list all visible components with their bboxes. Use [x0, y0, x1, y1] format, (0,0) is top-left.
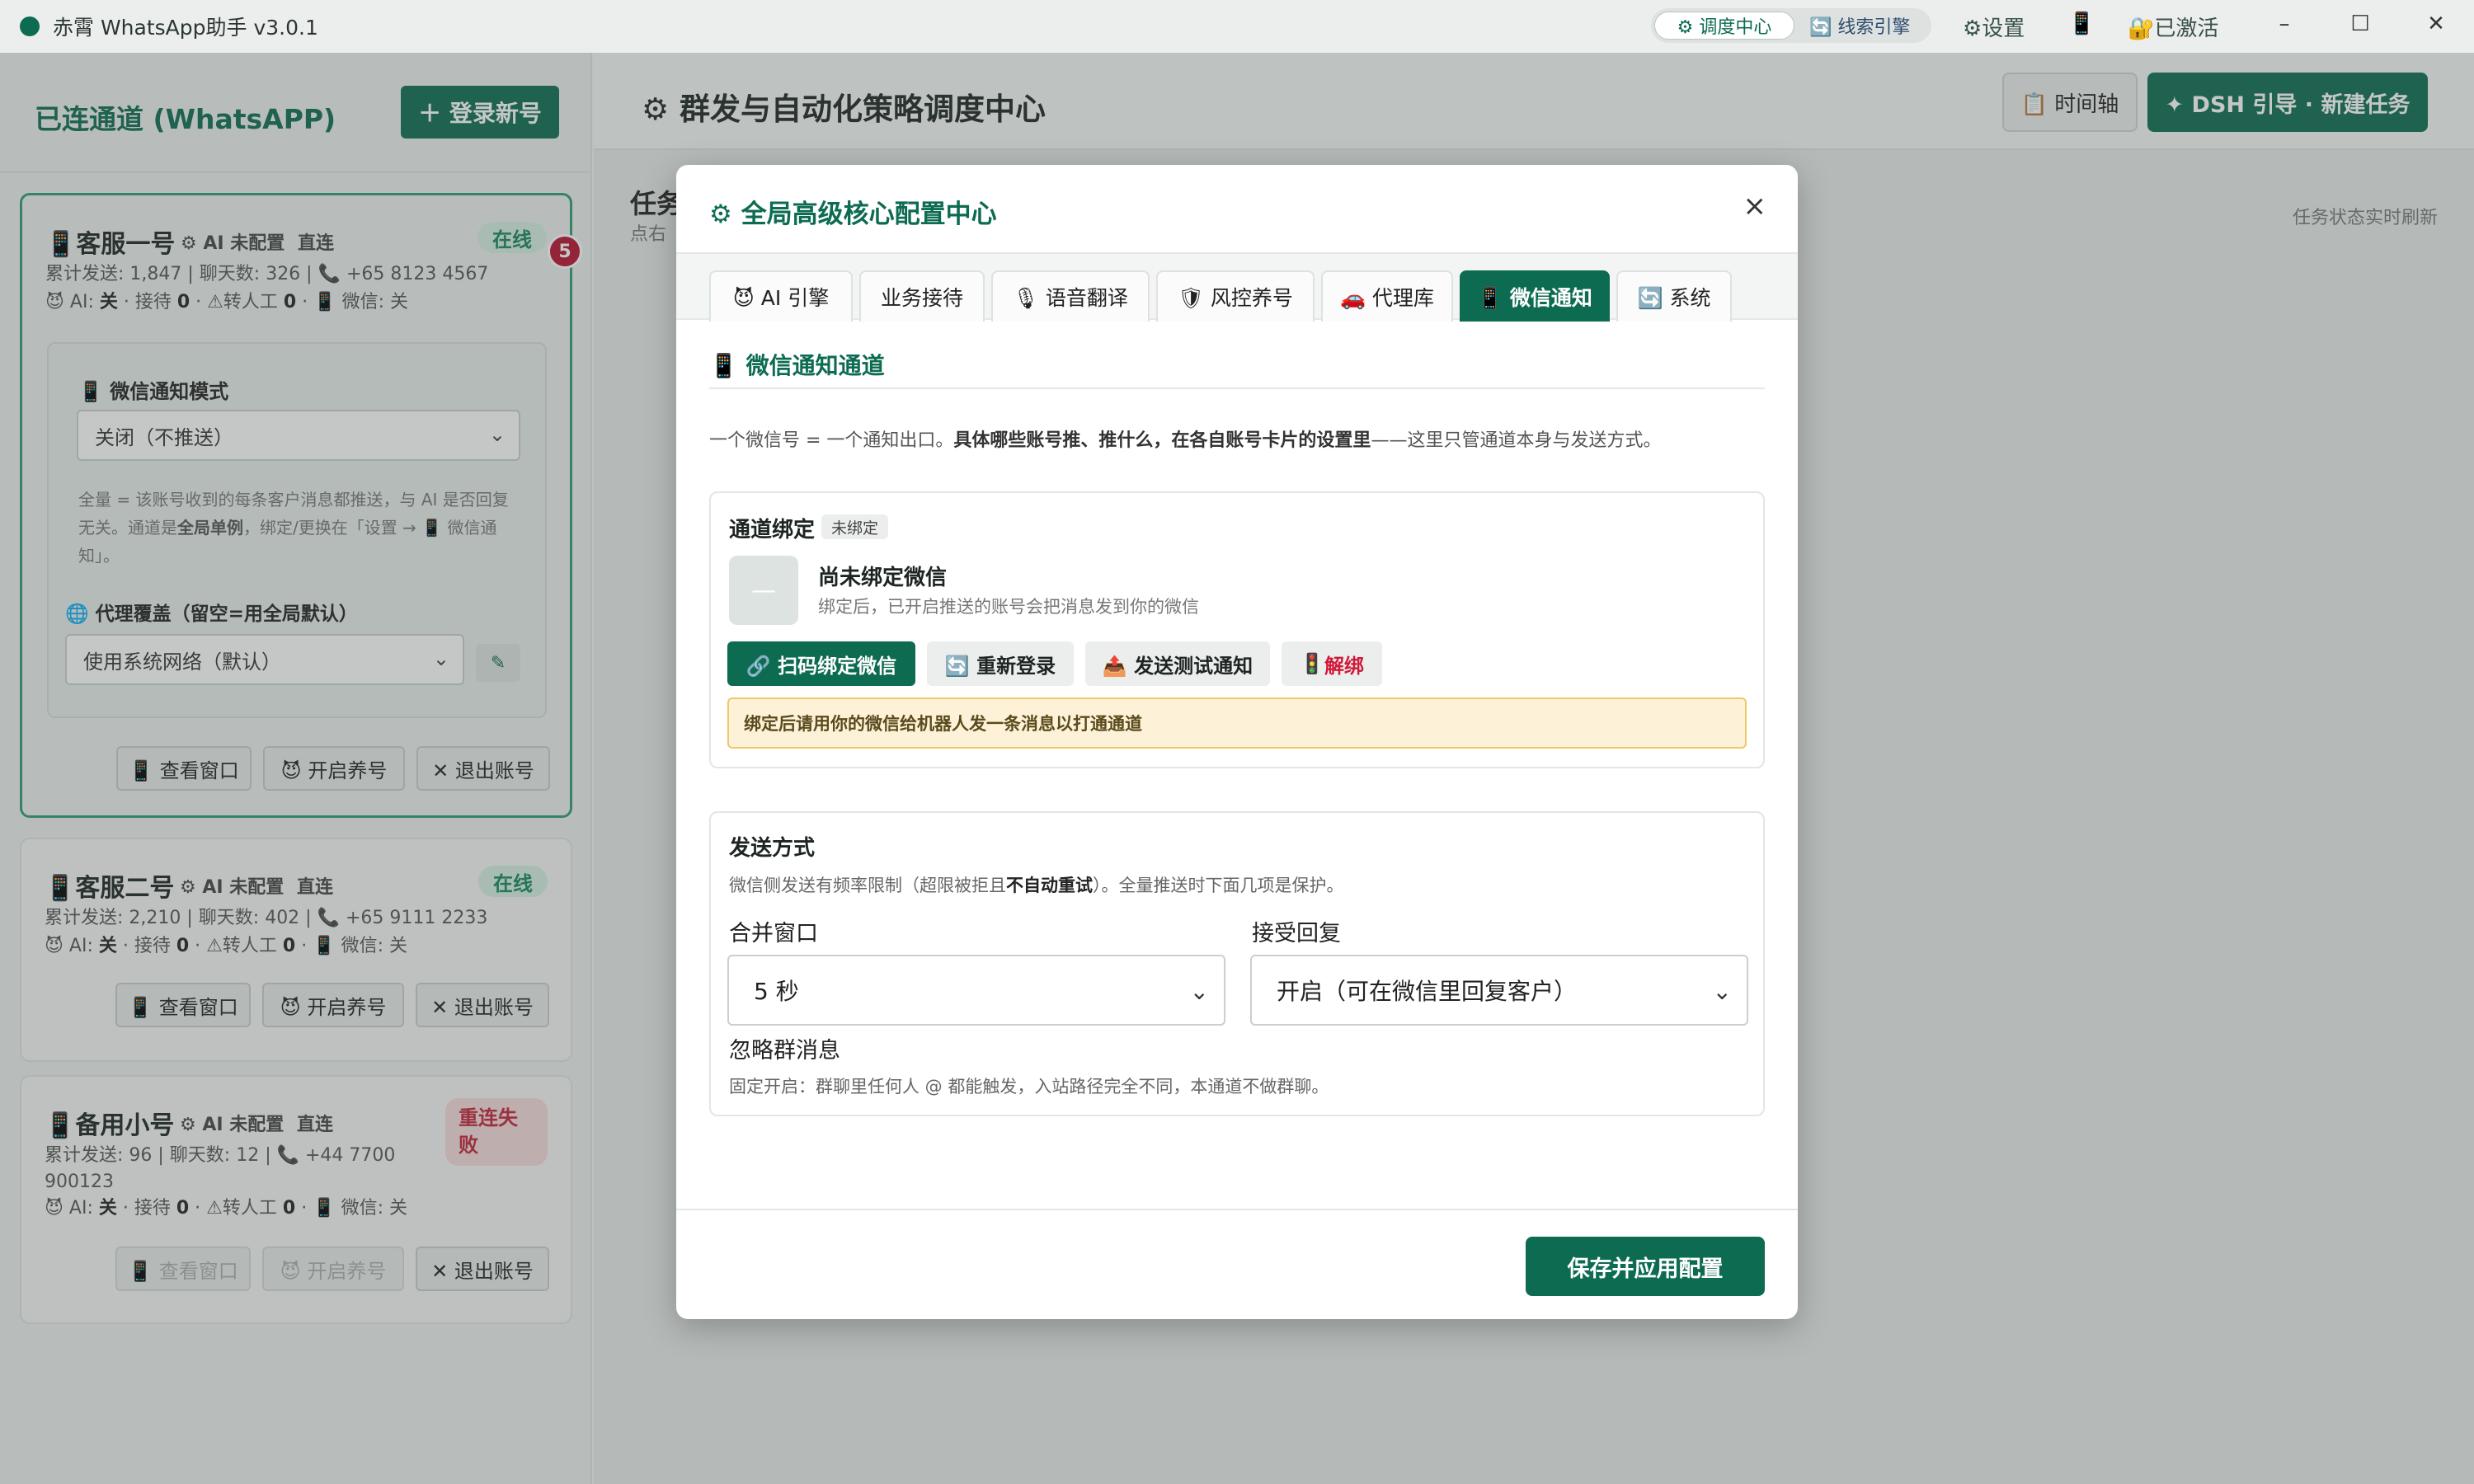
unbind-button[interactable]: 🚦 解绑	[1282, 641, 1382, 686]
wechat-hint: 绑定后，已开启推送的账号会把消息发到你的微信	[818, 597, 1199, 617]
relogin-button[interactable]: 🔄 重新登录	[927, 641, 1074, 686]
config-tabs: 😈 AI 引擎 业务接待 🎙 语音翻译 🛡 风控养号 🚗 代理库 📱 微信通知 …	[676, 254, 1798, 322]
binding-title: 通道绑定	[729, 518, 816, 542]
settings-link[interactable]: ⚙设置	[1963, 12, 2025, 42]
maximize-button[interactable]: ☐	[2344, 12, 2377, 36]
accept-reply-label: 接受回复	[1252, 921, 1341, 946]
tab-system[interactable]: 🔄 系统	[1616, 270, 1732, 322]
accept-reply-select[interactable]: 开启（可在微信里回复客户） ⌄	[1250, 955, 1748, 1026]
title-bar: 赤霄 WhatsApp助手 v3.0.1 ⚙ 调度中心 🔄 线索引擎 ⚙设置 📱…	[0, 0, 2474, 53]
wechat-name: 尚未绑定微信	[818, 566, 948, 590]
send-desc-1: 微信侧发送有频率限制（超限被拒且	[729, 876, 1006, 895]
send-test-button[interactable]: 📤 发送测试通知	[1085, 641, 1270, 686]
save-config-button[interactable]: 保存并应用配置	[1526, 1237, 1765, 1296]
scan-bind-button[interactable]: 🔗 扫码绑定微信	[727, 641, 915, 686]
section-description: 一个微信号 = 一个通知出口。具体哪些账号推、推什么，在各自账号卡片的设置里——…	[709, 425, 1661, 452]
ignore-group-label: 忽略群消息	[729, 1038, 840, 1064]
unbind-icon: 🚦	[1300, 652, 1324, 675]
minimize-button[interactable]: –	[2268, 12, 2301, 36]
modal-footer: 保存并应用配置	[676, 1209, 1798, 1319]
binding-box: 通道绑定 未绑定 — 尚未绑定微信 绑定后，已开启推送的账号会把消息发到你的微信…	[709, 491, 1765, 768]
mode-switch: ⚙ 调度中心 🔄 线索引擎	[1651, 8, 1931, 43]
merge-window-label: 合并窗口	[729, 921, 818, 946]
send-method-desc: 微信侧发送有频率限制（超限被拒且不自动重试）。全量推送时下面几项是保护。	[729, 872, 1344, 897]
app-logo-icon	[20, 16, 40, 36]
tab-lead-engine[interactable]: 🔄 线索引擎	[1794, 12, 1925, 40]
send-method-title: 发送方式	[729, 836, 816, 861]
tab-proxy-pool[interactable]: 🚗 代理库	[1321, 270, 1453, 322]
section-divider	[709, 387, 1765, 389]
section-title: 📱 微信通知通道	[709, 352, 885, 379]
tab-business-reception[interactable]: 业务接待	[859, 270, 985, 322]
merge-window-select[interactable]: 5 秒 ⌄	[727, 955, 1225, 1026]
tab-voice-translation[interactable]: 🎙 语音翻译	[991, 270, 1150, 322]
accept-reply-value: 开启（可在微信里回复客户）	[1277, 978, 1578, 1005]
binding-warning: 绑定后请用你的微信给机器人发一条消息以打通通道	[727, 697, 1747, 749]
desc-text-1: 一个微信号 = 一个通知出口。	[709, 430, 954, 451]
desc-text-2: ——这里只管通道本身与发送方式。	[1371, 430, 1662, 451]
unbind-label: 解绑	[1324, 654, 1364, 678]
tab-wechat-notify[interactable]: 📱 微信通知	[1460, 270, 1610, 322]
modal-title: ⚙ 全局高级核心配置中心	[709, 200, 997, 229]
ignore-group-desc: 固定开启：群聊里任何人 @ 都能触发，入站路径完全不同，本通道不做群聊。	[729, 1077, 1329, 1097]
modal-header: ⚙ 全局高级核心配置中心 ×	[676, 165, 1798, 254]
wechat-avatar: —	[729, 556, 798, 625]
phone-icon[interactable]: 📱	[2068, 12, 2095, 36]
send-method-box: 发送方式 微信侧发送有频率限制（超限被拒且不自动重试）。全量推送时下面几项是保护…	[709, 811, 1765, 1116]
tab-ai-engine[interactable]: 😈 AI 引擎	[709, 270, 853, 322]
chevron-down-icon: ⌄	[1189, 978, 1209, 1005]
send-desc-bold: 不自动重试	[1006, 876, 1093, 895]
activated-status[interactable]: 🔐已激活	[2128, 12, 2218, 42]
config-modal: ⚙ 全局高级核心配置中心 × 😈 AI 引擎 业务接待 🎙 语音翻译 🛡 风控养…	[676, 165, 1798, 1319]
app-title: 赤霄 WhatsApp助手 v3.0.1	[53, 16, 318, 40]
send-desc-2: ）。全量推送时下面几项是保护。	[1093, 876, 1344, 895]
tab-dispatch-center[interactable]: ⚙ 调度中心	[1654, 12, 1794, 40]
desc-text-bold: 具体哪些账号推、推什么，在各自账号卡片的设置里	[953, 430, 1371, 451]
merge-window-value: 5 秒	[754, 978, 799, 1005]
close-window-button[interactable]: ✕	[2420, 12, 2453, 36]
close-icon[interactable]: ×	[1743, 190, 1767, 223]
chevron-down-icon: ⌄	[1712, 978, 1732, 1005]
binding-status-tag: 未绑定	[821, 514, 889, 539]
tab-risk-control[interactable]: 🛡 风控养号	[1156, 270, 1315, 322]
